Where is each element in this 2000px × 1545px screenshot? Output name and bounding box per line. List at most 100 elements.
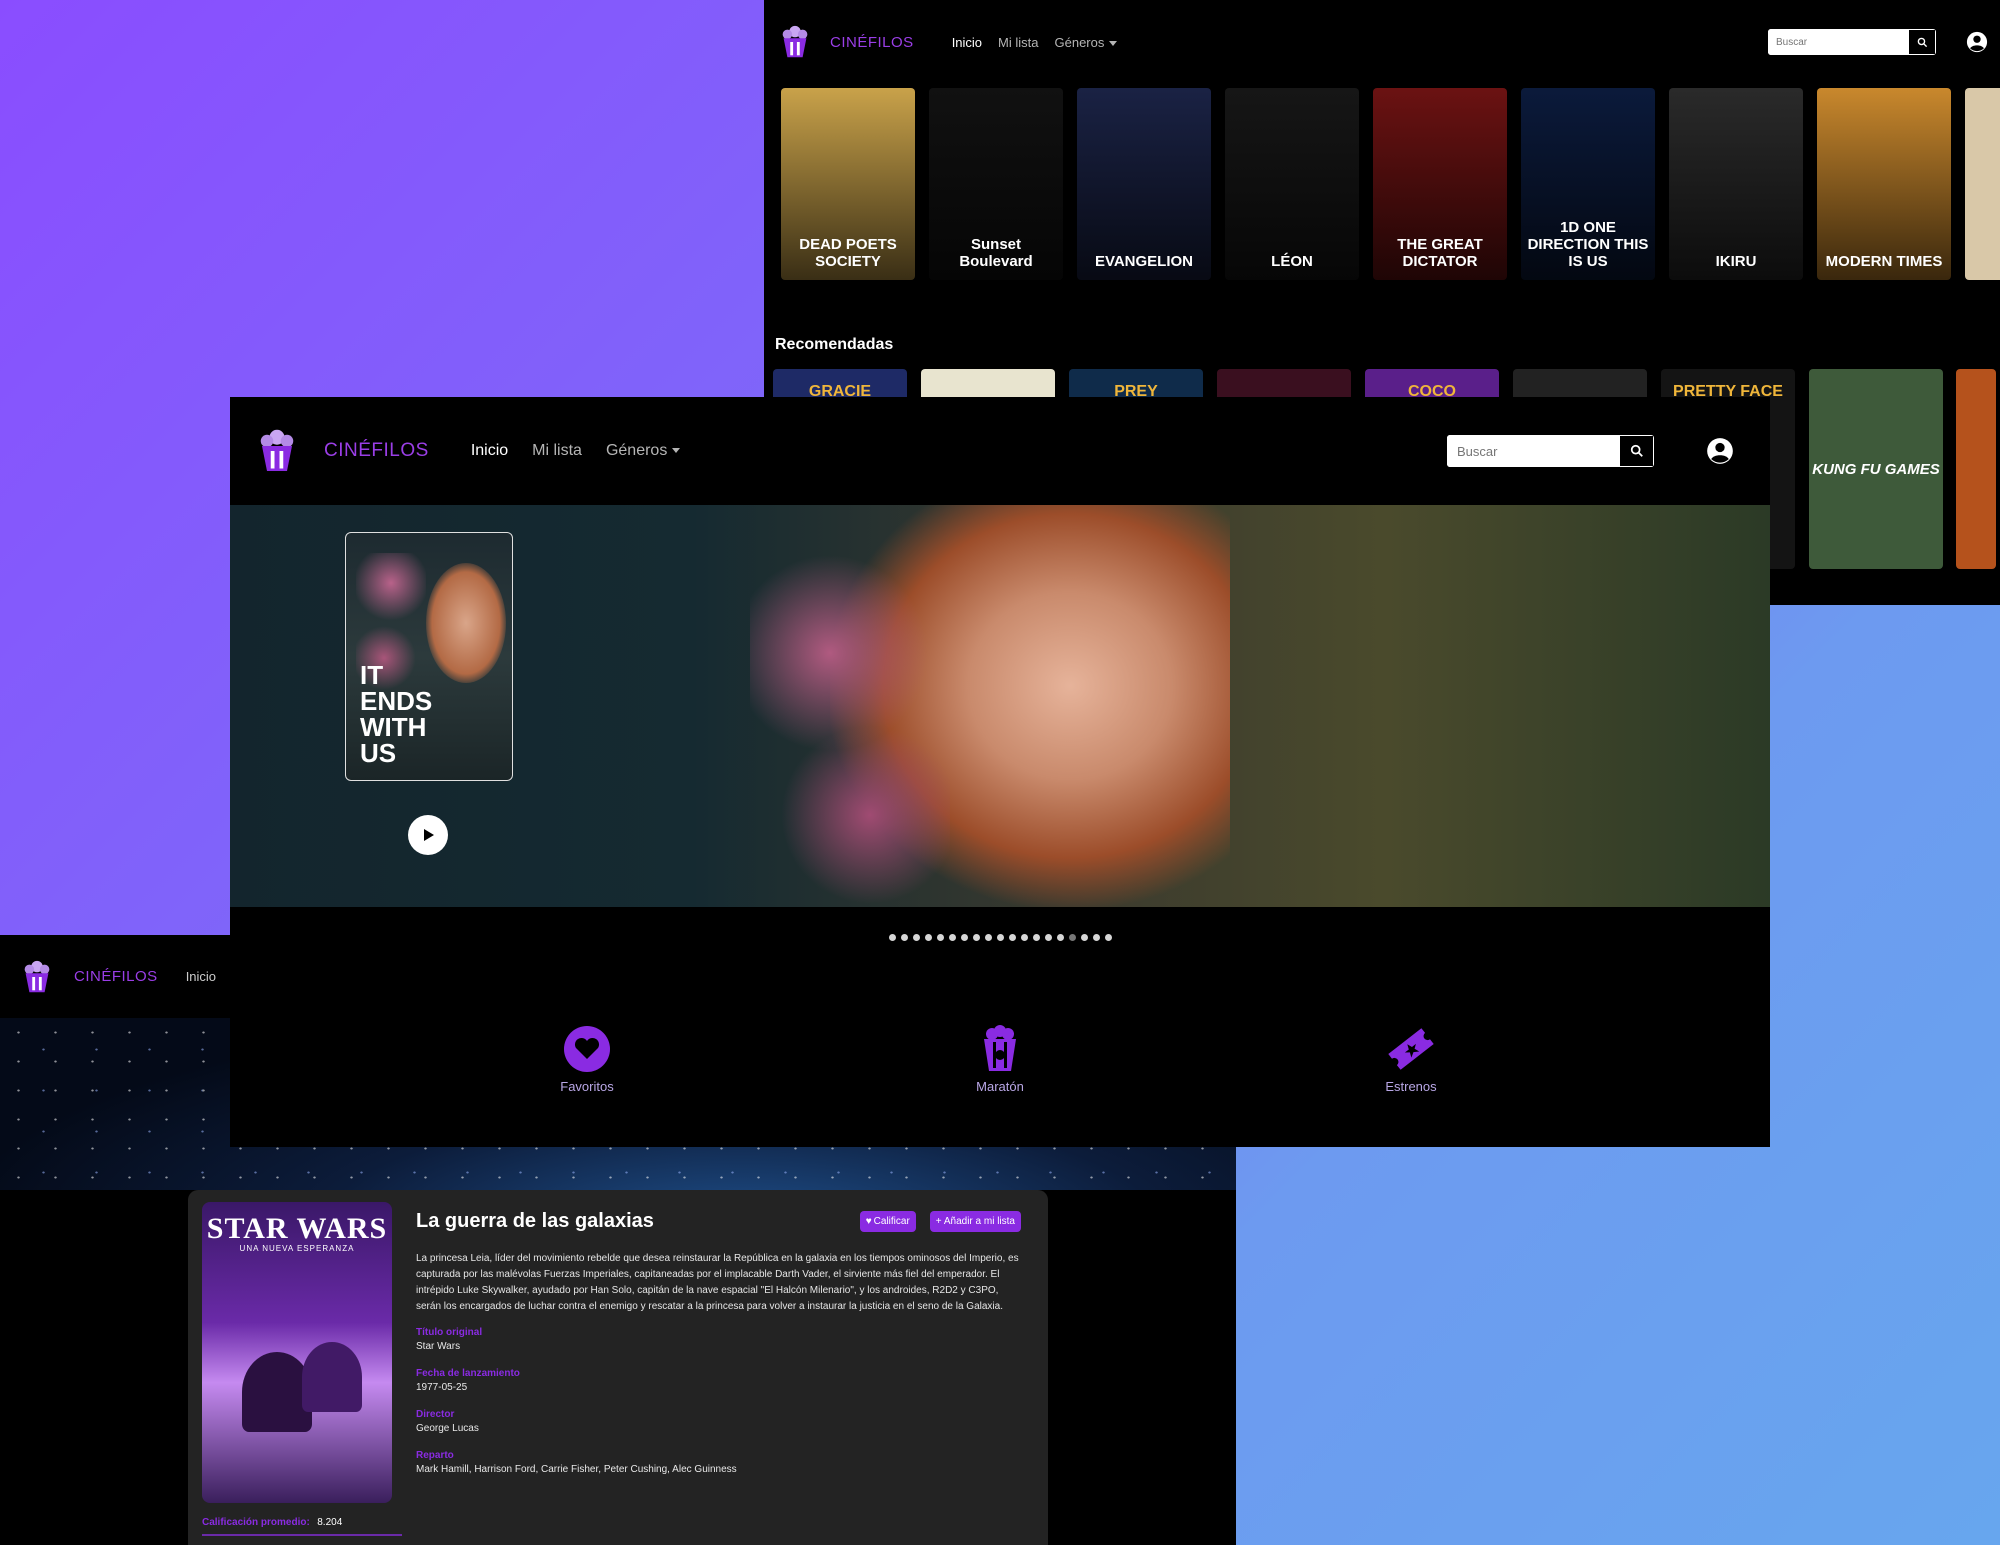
- carousel-dot[interactable]: [888, 934, 896, 941]
- chevron-down-icon: [1109, 40, 1118, 46]
- carousel-dot[interactable]: [1068, 934, 1076, 941]
- poster-title: THE GREAT DICTATOR: [1397, 236, 1483, 270]
- movie-poster[interactable]: DEAD POETS SOCIETY: [781, 88, 915, 280]
- movie-poster[interactable]: MODERN TIMES: [1817, 88, 1951, 280]
- search-input[interactable]: [1447, 435, 1619, 467]
- search-icon: [1630, 444, 1643, 457]
- poster-title: EVANGELION: [1094, 253, 1194, 270]
- navbar: CINÉFILOS Inicio Mi lista Géneros: [764, 0, 2000, 84]
- category-favoritos[interactable]: Favoritos: [530, 1025, 644, 1094]
- carousel-dot[interactable]: [900, 934, 908, 941]
- navbar: CINÉFILOS Inicio Mi lista Géneros: [230, 397, 1770, 505]
- carousel-dot[interactable]: [1044, 934, 1052, 941]
- nav-mi-lista[interactable]: Mi lista: [998, 35, 1038, 50]
- carousel-dot[interactable]: [1056, 934, 1064, 941]
- popcorn-icon: [984, 1025, 1016, 1071]
- search-box: [1768, 29, 1936, 55]
- poster-title: KUNG FU GAMES: [1812, 460, 1940, 478]
- screenshot-home-main: CINÉFILOS Inicio Mi lista Géneros IT END…: [230, 397, 1770, 1147]
- section-title-recomendadas: Recomendadas: [775, 336, 894, 353]
- recommended-poster[interactable]: [1956, 369, 1996, 569]
- details-panel: STAR WARS UNA NUEVA ESPERANZA Calificaci…: [188, 1190, 1048, 1545]
- ticket-icon: [1388, 1028, 1434, 1070]
- search-box: [1447, 435, 1654, 467]
- heart-icon: ♥: [865, 1216, 872, 1227]
- movie-poster[interactable]: EVANGELION: [1077, 88, 1211, 280]
- nav-inicio[interactable]: Inicio: [471, 442, 508, 460]
- poster-subtitle: UNA NUEVA ESPERANZA: [239, 1244, 355, 1253]
- carousel-dot[interactable]: [1032, 934, 1040, 941]
- logo-icon[interactable]: [252, 426, 302, 476]
- original-title: Star Wars: [416, 1341, 461, 1352]
- movie-poster[interactable]: Sunset Boulevard: [929, 88, 1063, 280]
- search-icon: [1917, 37, 1927, 47]
- original-title-label: Título original: [416, 1327, 483, 1338]
- movie-poster[interactable]: THE GREAT DICTATOR: [1373, 88, 1507, 280]
- brand-name[interactable]: CINÉFILOS: [830, 34, 914, 51]
- search-button[interactable]: [1908, 29, 1936, 55]
- poster-title: MODERN TIMES: [1825, 253, 1943, 270]
- rate-button[interactable]: ♥ Calificar: [859, 1211, 916, 1232]
- carousel-dot[interactable]: [1008, 934, 1016, 941]
- play-button[interactable]: [408, 815, 448, 855]
- movie-poster[interactable]: IKIRU: [1669, 88, 1803, 280]
- brand-name[interactable]: CINÉFILOS: [324, 440, 429, 462]
- recommended-poster[interactable]: KUNG FU GAMES: [1809, 369, 1943, 569]
- rating-value: 8.204: [317, 1517, 343, 1528]
- carousel-dot[interactable]: [1104, 934, 1112, 941]
- poster-title: LÉON: [1271, 253, 1313, 270]
- search-button[interactable]: [1619, 435, 1654, 467]
- poster-title: 1D ONE DIRECTION THIS IS US: [1527, 219, 1649, 270]
- carousel-dot[interactable]: [972, 934, 980, 941]
- synopsis: La princesa Leia, líder del movimiento r…: [416, 1253, 1019, 1312]
- poster-title: Sunset Boulevard: [959, 236, 1033, 270]
- hero-backdrop: IT ENDS WITH US: [230, 505, 1770, 907]
- category-maraton[interactable]: Maratón: [943, 1025, 1057, 1094]
- movie-poster[interactable]: LÉON: [1225, 88, 1359, 280]
- nav-generos[interactable]: Géneros: [1055, 35, 1118, 50]
- carousel-dot[interactable]: [912, 934, 920, 941]
- nav-inicio[interactable]: Inicio: [952, 35, 982, 50]
- nav-inicio[interactable]: Inicio: [186, 969, 216, 984]
- featured-poster[interactable]: IT ENDS WITH US: [345, 532, 513, 781]
- user-avatar-icon[interactable]: [1966, 31, 1988, 53]
- movie-poster: STAR WARS UNA NUEVA ESPERANZA: [202, 1202, 392, 1503]
- carousel-dot[interactable]: [948, 934, 956, 941]
- rating-label: Calificación promedio:: [202, 1517, 310, 1528]
- carousel-dot[interactable]: [984, 934, 992, 941]
- carousel-dot[interactable]: [996, 934, 1004, 941]
- carousel-dot[interactable]: [1020, 934, 1028, 941]
- cast: Mark Hamill, Harrison Ford, Carrie Fishe…: [416, 1464, 737, 1475]
- carousel-dot[interactable]: [936, 934, 944, 941]
- nav-mi-lista[interactable]: Mi lista: [532, 442, 582, 460]
- category-label: Maratón: [976, 1079, 1024, 1094]
- cast-label: Reparto: [416, 1450, 454, 1461]
- carousel-dot[interactable]: [1092, 934, 1100, 941]
- nav-generos-label: Géneros: [605, 442, 668, 459]
- play-icon: [424, 829, 434, 841]
- chevron-down-icon: [672, 448, 681, 454]
- logo-icon[interactable]: [776, 23, 814, 61]
- category-label: Favoritos: [560, 1079, 614, 1094]
- search-input[interactable]: [1768, 29, 1908, 55]
- poster-title: STAR WARS: [206, 1212, 388, 1245]
- user-avatar-icon[interactable]: [1706, 437, 1734, 465]
- featured-poster-title: IT ENDS WITH US: [360, 660, 433, 768]
- release-date: 1977-05-25: [416, 1382, 468, 1393]
- nav-generos-label: Géneros: [1054, 34, 1105, 50]
- poster-title: DEAD POETS SOCIETY: [799, 236, 897, 270]
- heart-icon: [564, 1026, 610, 1072]
- nav-generos[interactable]: Géneros: [605, 442, 681, 460]
- add-to-list-button[interactable]: + Añadir a mi lista: [929, 1211, 1021, 1232]
- release-label: Fecha de lanzamiento: [416, 1368, 520, 1379]
- movie-poster-partial[interactable]: [1965, 88, 2000, 280]
- movie-poster[interactable]: 1D ONE DIRECTION THIS IS US: [1521, 88, 1655, 280]
- brand-name[interactable]: CINÉFILOS: [74, 968, 158, 985]
- carousel-dot[interactable]: [924, 934, 932, 941]
- carousel-dot[interactable]: [960, 934, 968, 941]
- logo-icon[interactable]: [18, 958, 56, 996]
- category-estrenos[interactable]: Estrenos: [1354, 1025, 1468, 1094]
- rate-button-label: Calificar: [873, 1216, 910, 1227]
- poster-title: IKIRU: [1715, 253, 1757, 270]
- carousel-dot[interactable]: [1080, 934, 1088, 941]
